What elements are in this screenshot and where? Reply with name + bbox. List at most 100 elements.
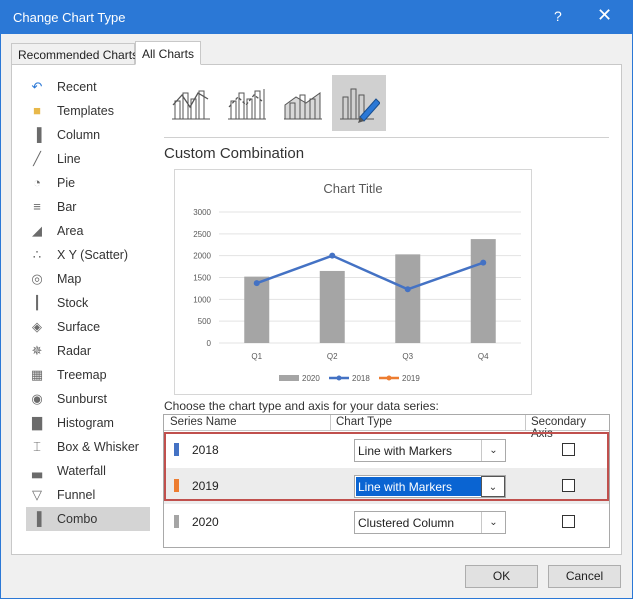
column-2020-Q3 — [395, 254, 421, 343]
sidebar-item-x-y-scatter[interactable]: ∴ X Y (Scatter) — [26, 243, 150, 267]
secondary-axis-checkbox[interactable] — [562, 515, 575, 528]
sidebar-item-waterfall[interactable]: ▃ Waterfall — [26, 459, 150, 483]
sidebar-item-templates[interactable]: ■ Templates — [26, 99, 150, 123]
sidebar-item-column[interactable]: ▐ Column — [26, 123, 150, 147]
chart-type-value: Line with Markers — [358, 444, 453, 458]
subtype-stacked-area-column-button[interactable] — [276, 75, 330, 131]
sidebar-item-label: Sunburst — [57, 392, 108, 406]
help-icon[interactable]: ? — [554, 8, 562, 24]
y-tick-label: 1500 — [193, 274, 211, 283]
sidebar-item-label: Column — [57, 128, 101, 142]
series-name: 2020 — [192, 515, 219, 529]
sidebar-item-label: Radar — [57, 344, 92, 358]
column-2020-Q4 — [470, 239, 496, 343]
treemap-chart-icon: ▦ — [30, 367, 44, 382]
chart-type-value: Line with Markers — [356, 477, 481, 496]
subtype-custom-combination-button[interactable] — [332, 75, 386, 131]
marker-2018-Q2 — [329, 252, 336, 259]
surface-chart-icon: ◈ — [32, 319, 42, 334]
sidebar-item-pie[interactable]: ◔ Pie — [26, 171, 150, 195]
chart-type-select[interactable]: Line with Markers ⌄ — [354, 475, 506, 498]
chart-preview: Chart Title 0 500 1000 1500 2000 2500 3000 Q1 Q… — [174, 169, 532, 395]
sidebar-item-sunburst[interactable]: ◉ Sunburst — [26, 387, 150, 411]
sidebar-item-label: Histogram — [57, 416, 114, 430]
sidebar-item-label: Box & Whisker — [57, 440, 139, 454]
series-table: Series Name Chart Type Secondary Axis 20… — [163, 414, 610, 548]
line-chart-icon: ╱ — [33, 151, 41, 166]
sidebar-item-surface[interactable]: ◈ Surface — [26, 315, 150, 339]
cancel-button[interactable]: Cancel — [548, 565, 621, 588]
ok-button[interactable]: OK — [465, 565, 538, 588]
close-icon[interactable]: ✕ — [597, 5, 612, 26]
tab-recommended-charts[interactable]: Recommended Charts — [11, 43, 138, 65]
sidebar-item-map[interactable]: ◎ Map — [26, 267, 150, 291]
series-row-2020: 2020 Clustered Column ⌄ — [164, 504, 609, 540]
column-line-secondary-axis-icon — [228, 89, 266, 120]
folder-icon: ■ — [33, 103, 41, 118]
area-chart-icon: ◢ — [32, 223, 42, 238]
sidebar-item-treemap[interactable]: ▦ Treemap — [26, 363, 150, 387]
map-chart-icon: ◎ — [31, 271, 43, 286]
chart-type-select[interactable]: Line with Markers ⌄ — [354, 439, 506, 462]
custom-combination-icon — [340, 88, 380, 123]
sidebar-item-stock[interactable]: ┃ Stock — [26, 291, 150, 315]
sidebar-item-label: Treemap — [57, 368, 107, 382]
sidebar-item-recent[interactable]: ↶ Recent — [26, 75, 150, 99]
gallery-separator — [164, 137, 609, 138]
recent-icon: ↶ — [31, 79, 43, 94]
chart-type-select[interactable]: Clustered Column ⌄ — [354, 511, 506, 534]
sidebar-item-label: Funnel — [57, 488, 96, 502]
change-chart-type-dialog: Change Chart Type ? ✕ Recommended Charts… — [0, 0, 633, 599]
column-chart-icon: ▐ — [32, 127, 42, 142]
y-tick-label: 500 — [198, 317, 212, 326]
stacked-area-column-icon — [284, 92, 322, 120]
sidebar-item-bar[interactable]: ≡ Bar — [26, 195, 150, 219]
series-row-2019: 2019 Line with Markers ⌄ — [164, 468, 609, 504]
section-title: Custom Combination — [164, 145, 305, 162]
x-tick-label: Q2 — [327, 352, 338, 361]
sidebar-item-box-whisker[interactable]: ⌶ Box & Whisker — [26, 435, 150, 459]
chart-columns — [244, 239, 496, 343]
sidebar-item-funnel[interactable]: ▽ Funnel — [26, 483, 150, 507]
y-tick-label: 2500 — [193, 230, 211, 239]
secondary-axis-checkbox[interactable] — [562, 479, 575, 492]
chart-y-tick-labels: 0 500 1000 1500 2000 2500 3000 — [193, 208, 211, 348]
marker-2018-Q4 — [480, 259, 487, 266]
sidebar-item-area[interactable]: ◢ Area — [26, 219, 150, 243]
subtype-clustered-column-line-button[interactable] — [164, 75, 218, 131]
y-tick-label: 3000 — [193, 208, 211, 217]
series-name: 2019 — [192, 479, 219, 493]
sidebar-item-histogram[interactable]: ▇ Histogram — [26, 411, 150, 435]
funnel-chart-icon: ▽ — [32, 487, 42, 502]
chart-x-tick-labels: Q1 Q2 Q3 Q4 — [251, 352, 489, 361]
sidebar-item-label: Templates — [57, 104, 114, 118]
secondary-axis-checkbox[interactable] — [562, 443, 575, 456]
sidebar-item-line[interactable]: ╱ Line — [26, 147, 150, 171]
series-color-swatch — [174, 515, 179, 528]
dialog-title: Change Chart Type — [13, 10, 126, 25]
legend-label-2019: 2019 — [402, 374, 420, 383]
column-2020-Q1 — [244, 276, 270, 343]
subtype-column-line-secondary-axis-button[interactable] — [220, 75, 274, 131]
x-tick-label: Q4 — [478, 352, 489, 361]
series-color-swatch — [174, 479, 179, 492]
sidebar-item-label: X Y (Scatter) — [57, 248, 129, 262]
y-tick-label: 1000 — [193, 295, 211, 304]
histogram-chart-icon: ▇ — [32, 415, 42, 430]
sidebar-item-radar[interactable]: ✵ Radar — [26, 339, 150, 363]
chevron-down-icon[interactable]: ⌄ — [481, 440, 505, 461]
header-series-name: Series Name — [170, 416, 237, 428]
y-tick-label: 2000 — [193, 252, 211, 261]
chevron-down-icon[interactable]: ⌄ — [481, 512, 505, 533]
tab-all-charts[interactable]: All Charts — [135, 41, 201, 65]
sidebar-item-label: Map — [57, 272, 82, 286]
y-tick-label: 0 — [207, 339, 212, 348]
sidebar-item-combo[interactable]: ▐ Combo — [26, 507, 150, 531]
legend-marker-2019 — [386, 375, 392, 381]
chart-title: Chart Title — [323, 181, 382, 196]
sidebar-item-label: Surface — [57, 320, 101, 334]
radar-chart-icon: ✵ — [31, 343, 43, 358]
sidebar-item-label: Pie — [57, 176, 76, 190]
sidebar-item-label: Area — [57, 224, 84, 238]
chevron-down-icon[interactable]: ⌄ — [481, 476, 505, 497]
